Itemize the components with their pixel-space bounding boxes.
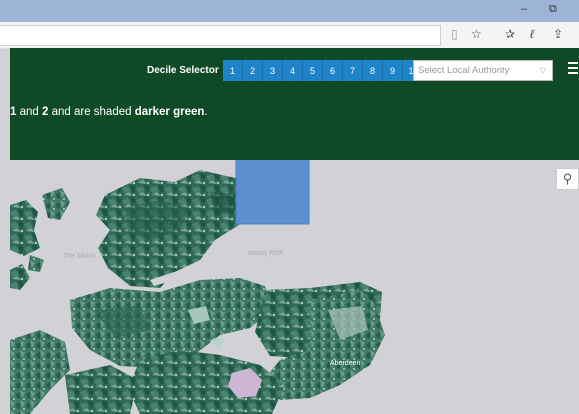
- info-middle: and are shaded: [48, 106, 135, 118]
- decile-button-4[interactable]: 4: [282, 60, 302, 81]
- browser-toolbar: ▯ ☆ ✰ ℓ ⇪: [0, 22, 579, 49]
- restore-button[interactable]: ⧉: [549, 3, 557, 16]
- browser-title-bar: – ⧉: [0, 0, 579, 22]
- reading-view-icon[interactable]: ▯: [451, 27, 458, 41]
- decile-button-5[interactable]: 5: [302, 60, 322, 81]
- local-authority-select[interactable]: Select Local Authority ▽: [413, 60, 553, 81]
- info-and: and: [16, 106, 42, 118]
- decile-button-2[interactable]: 2: [242, 60, 262, 81]
- chevron-down-icon: ▽: [539, 66, 546, 75]
- decile-selector-label: Decile Selector: [147, 65, 219, 76]
- decile-selector: 12345678910: [223, 60, 424, 81]
- map-search-button[interactable]: ⚲: [556, 168, 579, 190]
- decile-button-3[interactable]: 3: [262, 60, 282, 81]
- decile-button-9[interactable]: 9: [382, 60, 402, 81]
- address-bar[interactable]: [0, 25, 441, 46]
- map-label-minch: The Minch: [63, 253, 96, 260]
- scotland-choropleth-map: [10, 160, 385, 414]
- decile-button-6[interactable]: 6: [322, 60, 342, 81]
- hamburger-menu-icon[interactable]: [568, 62, 578, 74]
- favorites-list-icon[interactable]: ✰: [505, 27, 515, 41]
- local-authority-placeholder: Select Local Authority: [418, 65, 510, 76]
- decile-button-8[interactable]: 8: [362, 60, 382, 81]
- minimize-button[interactable]: –: [521, 3, 527, 15]
- favorite-star-icon[interactable]: ☆: [471, 27, 482, 41]
- decile-button-7[interactable]: 7: [342, 60, 362, 81]
- map-label-moray-firth: Moray Firth: [248, 250, 284, 257]
- info-text: 1 and 2 and are shaded darker green.: [10, 106, 208, 118]
- info-end: .: [204, 106, 208, 118]
- pen-icon[interactable]: ℓ: [530, 27, 534, 41]
- map-label-aberdeen: Aberdeen: [330, 360, 361, 367]
- info-emphasis: darker green: [134, 106, 205, 118]
- share-icon[interactable]: ⇪: [553, 27, 563, 41]
- map-view[interactable]: The Minch Moray Firth Aberdeen: [10, 160, 579, 414]
- decile-button-1[interactable]: 1: [223, 60, 242, 81]
- app-header: Decile Selector 12345678910 Select Local…: [10, 48, 579, 160]
